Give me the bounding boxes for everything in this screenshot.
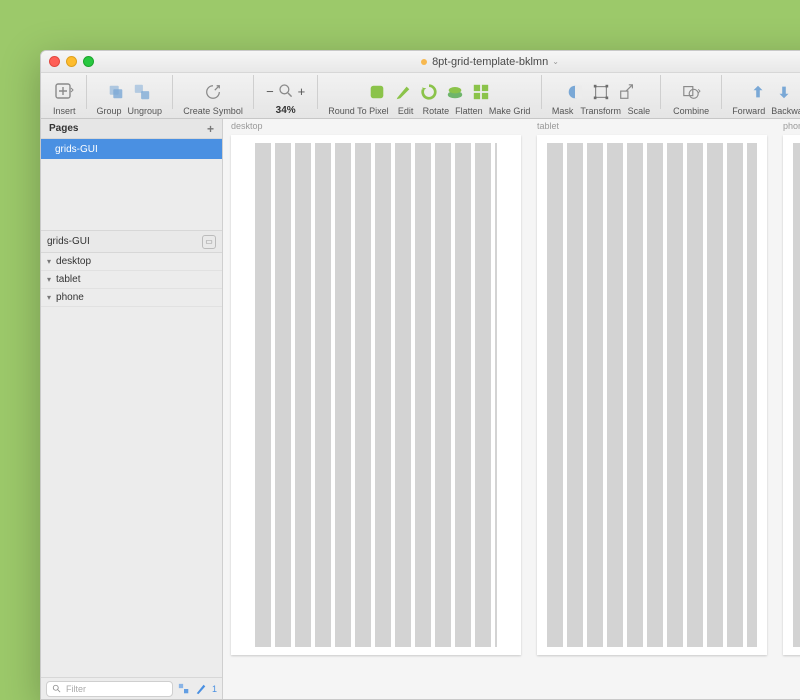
close-button[interactable] [49,56,60,67]
layer-item[interactable]: ▾ phone [41,289,222,307]
toolbar-group-layergroup: Group Ungroup [91,78,169,116]
rotate-button[interactable] [419,82,439,102]
toolbar-separator [541,75,542,109]
artboard-label[interactable]: tablet [537,121,559,131]
toolbar-separator [317,75,318,109]
layout-grid [255,143,497,647]
artboard-label[interactable]: desktop [231,121,263,131]
toolbar-separator [660,75,661,109]
transform-button[interactable] [591,82,611,102]
add-page-button[interactable]: + [207,122,214,136]
artboard-tablet[interactable] [537,135,767,655]
zoom-button[interactable] [83,56,94,67]
insert-label: Insert [53,106,76,116]
round-label: Round To Pixel [328,106,388,116]
combine-button[interactable] [681,82,701,102]
forward-label: Forward [732,106,765,116]
toolbar-separator [253,75,254,109]
filter-symbols-icon[interactable] [178,683,190,695]
make-grid-label: Make Grid [489,106,531,116]
window-title: 8pt-grid-template-bklmn [432,56,548,68]
mask-label: Mask [552,106,574,116]
group-button[interactable] [106,82,126,102]
flatten-button[interactable] [445,82,465,102]
artboard-label[interactable]: phone [783,121,800,131]
artboard-selector-icon[interactable]: ▭ [202,235,216,249]
toolbar-group-arrange: Forward Backward [726,78,800,116]
toolbar-separator [172,75,173,109]
insert-button[interactable] [54,82,74,102]
toolbar-group-combine: Combine [665,78,717,116]
toolbar-group-insert: Insert [47,78,82,116]
transform-label: Transform [580,106,622,116]
filter-count: 1 [212,684,217,694]
group-label: Group [97,106,122,116]
toolbar-zoom: − + 34% [258,77,313,116]
zoom-percent[interactable]: 34% [276,105,296,116]
filter-slices-icon[interactable] [195,683,207,695]
combine-label: Combine [671,106,711,116]
layer-label: tablet [56,274,80,285]
page-item[interactable]: grids-GUI [41,139,222,159]
pages-list: grids-GUI [41,139,222,231]
flatten-label: Flatten [455,106,483,116]
edit-label: Edit [395,106,417,116]
filter-bar: Filter 1 [41,677,222,699]
rotate-label: Rotate [423,106,450,116]
round-to-pixel-button[interactable] [367,82,387,102]
scale-label: Scale [628,106,651,116]
ungroup-label: Ungroup [128,106,163,116]
backward-label: Backward [771,106,800,116]
layer-label: phone [56,292,84,303]
artboard-phone[interactable] [783,135,800,655]
layout-grid [793,143,800,647]
toolbar: Insert Group Ungroup [41,73,800,119]
window-controls [49,56,94,67]
layout-grid [547,143,757,647]
scale-button[interactable] [617,82,637,102]
layer-item[interactable]: ▾ tablet [41,271,222,289]
search-icon [52,684,62,694]
toolbar-group-transform: Mask Transform Scale [546,78,657,116]
layer-label: desktop [56,256,91,267]
disclosure-triangle-icon[interactable]: ▾ [47,293,51,302]
toolbar-separator [721,75,722,109]
minimize-button[interactable] [66,56,77,67]
make-grid-button[interactable] [471,82,491,102]
artboard-desktop[interactable] [231,135,521,655]
zoom-magnifier-icon[interactable] [278,83,294,99]
layers-header-label: grids-GUI [47,236,90,247]
disclosure-triangle-icon[interactable]: ▾ [47,257,51,266]
toolbar-separator [86,75,87,109]
sidebar: Pages + grids-GUI grids-GUI ▭ ▾ desktop ▾… [41,119,223,699]
toolbar-group-vector: Round To Pixel Edit Rotate Flatten Make … [322,78,536,116]
zoom-in-button[interactable]: + [298,84,306,99]
canvas[interactable]: desktop tablet phone [223,119,800,699]
backward-button[interactable] [774,82,794,102]
filter-input[interactable]: Filter [46,681,173,697]
layers-list: ▾ desktop ▾ tablet ▾ phone [41,253,222,307]
pages-header-label: Pages [49,123,78,134]
app-window: 8pt-grid-template-bklmn ⌄ Insert [40,50,800,700]
document-modified-icon [421,59,427,65]
disclosure-triangle-icon[interactable]: ▾ [47,275,51,284]
mask-button[interactable] [565,82,585,102]
edit-button[interactable] [393,82,413,102]
toolbar-group-symbol: Create Symbol [177,78,249,116]
layer-item[interactable]: ▾ desktop [41,253,222,271]
ungroup-button[interactable] [132,82,152,102]
title-menu-chevron-icon[interactable]: ⌄ [552,57,559,66]
forward-button[interactable] [748,82,768,102]
filter-placeholder: Filter [66,684,86,694]
create-symbol-button[interactable] [203,82,223,102]
zoom-out-button[interactable]: − [266,84,274,99]
pages-header: Pages + [41,119,222,139]
titlebar[interactable]: 8pt-grid-template-bklmn ⌄ [41,51,800,73]
page-item-label: grids-GUI [55,144,98,155]
layers-header: grids-GUI ▭ [41,231,222,253]
create-symbol-label: Create Symbol [183,106,243,116]
